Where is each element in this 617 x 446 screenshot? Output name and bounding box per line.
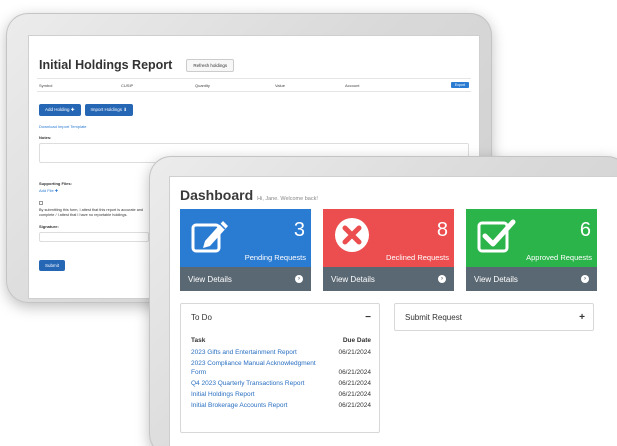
submit-request-header: Submit Request + (395, 304, 593, 323)
download-template-link[interactable]: Download Import Template (39, 124, 469, 129)
declined-requests-card[interactable]: 8 Declined Requests View Details › (323, 209, 454, 291)
export-button[interactable]: Export (450, 82, 469, 88)
col-due-date: Due Date (342, 337, 371, 344)
todo-task-link[interactable]: Initial Holdings Report (191, 390, 331, 399)
todo-row: Q4 2023 Quarterly Transactions Report 06… (191, 379, 371, 388)
approved-requests-card[interactable]: 6 Approved Requests View Details › (466, 209, 597, 291)
pending-requests-card[interactable]: 3 Pending Requests View Details › (180, 209, 311, 291)
holdings-table-header: Symbol CUSIP Quantity Value Account Expo… (37, 78, 471, 92)
holdings-actions: Add Holding ✚ Import Holdings ⬇ (39, 104, 469, 116)
todo-due-date: 06/21/2024 (338, 402, 371, 409)
declined-view-details[interactable]: View Details › (323, 267, 454, 291)
todo-task-link[interactable]: Initial Brokerage Accounts Report (191, 401, 331, 410)
submit-request-panel[interactable]: Submit Request + (394, 303, 594, 331)
check-square-icon (477, 219, 516, 253)
dashboard-screen: Dashboard Hi, Jane. Welcome back! 3 Pend… (169, 176, 617, 446)
pending-view-details[interactable]: View Details › (180, 267, 311, 291)
col-symbol: Symbol (39, 82, 53, 88)
approved-label: Approved Requests (526, 253, 592, 262)
notes-label: Notes: (39, 135, 52, 140)
todo-due-date: 06/21/2024 (338, 369, 371, 376)
col-value: Value (275, 82, 285, 88)
todo-row: Initial Holdings Report 06/21/2024 (191, 390, 371, 399)
approved-view-details[interactable]: View Details › (466, 267, 597, 291)
declined-label: Declined Requests (386, 253, 449, 262)
x-circle-icon (335, 218, 369, 252)
plus-icon[interactable]: + (579, 312, 585, 323)
view-details-label: View Details (331, 274, 375, 284)
arrow-right-circle-icon: › (438, 275, 446, 283)
submit-request-title: Submit Request (405, 313, 462, 322)
todo-row: 2023 Gifts and Entertainment Report 06/2… (191, 348, 371, 357)
todo-due-date: 06/21/2024 (338, 391, 371, 398)
todo-title: To Do (191, 313, 212, 322)
view-details-label: View Details (188, 274, 232, 284)
todo-header: To Do − (181, 304, 379, 323)
import-holdings-button[interactable]: Import Holdings ⬇ (84, 104, 134, 116)
col-task: Task (191, 337, 206, 344)
todo-task-link[interactable]: Q4 2023 Quarterly Transactions Report (191, 379, 331, 388)
todo-row: 2023 Compliance Manual Acknowledgment Fo… (191, 359, 371, 377)
todo-due-date: 06/21/2024 (338, 380, 371, 387)
attest-checkbox[interactable] (39, 201, 43, 205)
col-quantity: Quantity (195, 82, 210, 88)
approved-count: 6 (579, 219, 591, 241)
declined-count: 8 (436, 219, 448, 241)
refresh-holdings-button[interactable]: Refresh holdings (186, 58, 235, 72)
view-details-label: View Details (474, 274, 518, 284)
todo-list: 2023 Gifts and Entertainment Report 06/2… (181, 344, 379, 410)
welcome-greeting: Hi, Jane. Welcome back! (257, 196, 318, 202)
arrow-right-circle-icon: › (581, 275, 589, 283)
holdings-title: Initial Holdings Report (39, 58, 173, 72)
attestation-text: By submitting this form, I attest that t… (39, 208, 144, 217)
front-tablet-frame: Dashboard Hi, Jane. Welcome back! 3 Pend… (149, 156, 617, 446)
dashboard-header: Dashboard Hi, Jane. Welcome back! (170, 177, 617, 203)
todo-task-link[interactable]: 2023 Compliance Manual Acknowledgment Fo… (191, 359, 331, 377)
collapse-minus-icon[interactable]: − (365, 312, 371, 323)
todo-row: Initial Brokerage Accounts Report 06/21/… (191, 401, 371, 410)
signature-input[interactable] (39, 232, 149, 242)
holdings-header: Initial Holdings Report Refresh holdings (29, 36, 479, 72)
todo-due-date: 06/21/2024 (338, 349, 371, 356)
pencil-square-icon (191, 221, 228, 253)
todo-panel: To Do − Task Due Date 2023 Gifts and Ent… (180, 303, 380, 433)
col-cusip: CUSIP (121, 82, 134, 88)
dashboard-title: Dashboard (180, 187, 254, 203)
col-account: Account (345, 82, 360, 88)
todo-columns: Task Due Date (181, 323, 379, 344)
pending-count: 3 (293, 219, 305, 241)
pending-label: Pending Requests (244, 253, 306, 262)
todo-task-link[interactable]: 2023 Gifts and Entertainment Report (191, 348, 331, 357)
add-holding-button[interactable]: Add Holding ✚ (39, 104, 81, 116)
arrow-right-circle-icon: › (295, 275, 303, 283)
submit-button[interactable]: Submit (39, 260, 66, 271)
